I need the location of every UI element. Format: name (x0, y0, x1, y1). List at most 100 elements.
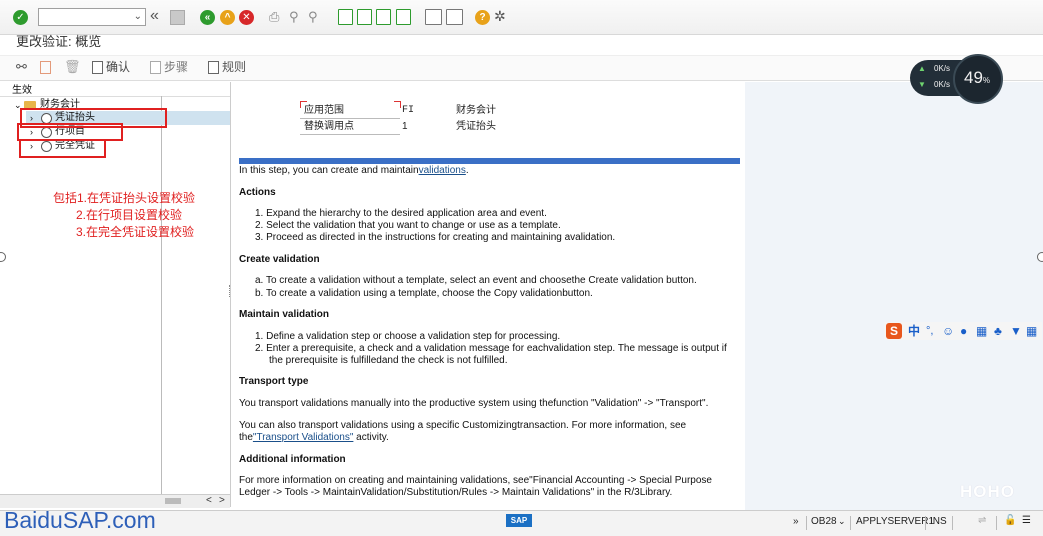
status-separator (952, 516, 953, 530)
scroll-left-icon[interactable]: < (206, 495, 212, 507)
scroll-thumb[interactable] (165, 498, 181, 504)
chevron-down-icon[interactable]: ⌄ (134, 9, 142, 25)
confirm-button[interactable]: 确认 (106, 59, 130, 75)
keyboard-icon[interactable]: ▦ (976, 323, 987, 339)
settings-icon[interactable]: ✲ (494, 8, 506, 24)
transaction-code: OB28 (811, 516, 837, 527)
input-mode[interactable]: INS (930, 516, 947, 528)
hoho-watermark: HOHO (960, 482, 1015, 501)
baidusap-watermark: BaiduSAP.com (4, 507, 156, 533)
save-icon[interactable] (170, 10, 185, 25)
connection-icon: ⇌ (978, 515, 987, 526)
command-field[interactable]: ⌄ (38, 8, 146, 26)
status-separator (996, 516, 997, 530)
transport-heading: Transport type (239, 376, 309, 387)
ime-language[interactable]: 中 (908, 323, 920, 339)
status-separator (850, 516, 851, 530)
create-step-a: a. To create a validation without a temp… (255, 275, 697, 286)
actions-step-3: 3. Proceed as directed in the instructio… (255, 232, 616, 243)
help-intro: In this step, you can create and maintai… (239, 165, 739, 177)
prev-page-icon[interactable] (357, 9, 372, 25)
ime-toolbar[interactable]: S 中 °, ☺ ● ▦ ♣ ▼ ▦ (884, 322, 1042, 340)
actions-heading: Actions (239, 187, 276, 198)
callup-desc: 凭证抬头 (456, 121, 496, 132)
field-focus-corner (300, 101, 307, 108)
transport-text-end: activity. (353, 432, 389, 443)
menu-icon[interactable]: ☰ (1022, 515, 1031, 527)
skin-icon[interactable]: ▼ (1010, 323, 1022, 339)
help-icon[interactable]: ? (475, 10, 490, 25)
gauge-percent: 49 (964, 68, 983, 87)
sap-logo: SAP (506, 514, 532, 527)
menu-grid-icon[interactable]: ▦ (1026, 323, 1037, 339)
next-page-icon[interactable] (376, 9, 391, 25)
maintain-step-2-cont: the prerequisite is fulfilledand the che… (269, 355, 508, 366)
help-blue-rule (239, 158, 740, 164)
cancel-icon[interactable]: ✕ (239, 10, 254, 25)
find-next-icon[interactable]: ⚲ (308, 9, 318, 25)
memory-gauge[interactable]: 49% (953, 54, 1003, 104)
sogou-logo-icon: S (886, 323, 902, 339)
field-focus-corner (394, 101, 401, 108)
transport-text: the (239, 432, 253, 443)
transport-para-2-cont: the"Transport Validations" activity. (239, 432, 739, 444)
additional-heading: Additional information (239, 454, 346, 465)
emoji-icon[interactable]: ☺ (942, 323, 954, 339)
annotation-note: 包括1.在凭证抬头设置校验 (53, 191, 196, 205)
upload-icon: ▲ (918, 64, 926, 73)
back-double-icon[interactable]: « (150, 8, 159, 24)
voice-icon[interactable]: ● (960, 323, 967, 339)
actions-step-1: 1. Expand the hierarchy to the desired a… (255, 208, 547, 219)
transport-validations-link[interactable]: "Transport Validations" (253, 432, 353, 443)
callup-value: 1 (402, 121, 408, 132)
help-intro-text: In this step, you can create and maintai… (239, 165, 419, 176)
confirm-page-icon (92, 61, 103, 74)
field-underline (300, 134, 400, 135)
app-area-desc: 财务会计 (456, 105, 496, 116)
status-separator (925, 516, 926, 530)
chevron-down-icon[interactable]: ⌄ (838, 515, 846, 527)
download-icon: ▼ (918, 80, 926, 89)
punctuation-icon[interactable]: °, (926, 323, 933, 339)
copy-icon[interactable] (40, 61, 51, 74)
maintain-step-1: 1. Define a validation step or choose a … (255, 331, 561, 342)
expand-status-icon[interactable]: » (793, 516, 799, 528)
server-name: APPLYSERVER1 (856, 516, 935, 527)
system-toolbar: ✓ ⌄ « « ^ ✕ ⎙ ⚲ ⚲ ? ✲ (0, 0, 1043, 35)
step-button[interactable]: 步骤 (164, 59, 188, 75)
tree-column-divider (161, 96, 162, 494)
first-page-icon[interactable] (338, 9, 353, 25)
help-side-background (745, 82, 1043, 510)
gauge-unit: % (982, 76, 991, 85)
print-icon[interactable]: ⎙ (269, 9, 279, 25)
help-intro-end: . (465, 165, 469, 176)
exit-icon[interactable]: ^ (220, 10, 235, 25)
annotation-note: 3.在完全凭证设置校验 (76, 225, 195, 239)
transport-para-1: You transport validations manually into … (239, 398, 709, 409)
transport-para-2: You can also transport validations using… (239, 420, 687, 431)
field-underline (300, 118, 400, 119)
rule-button[interactable]: 规则 (222, 59, 246, 75)
tree-header: 生效 (12, 85, 32, 96)
find-icon[interactable]: ⚲ (289, 9, 299, 25)
resize-handle[interactable] (1037, 252, 1043, 262)
new-session-icon[interactable] (425, 9, 442, 25)
back-icon[interactable]: « (200, 10, 215, 25)
check-icon[interactable]: ✓ (13, 10, 28, 25)
annotation-box (19, 139, 106, 158)
annotation-note: 2.在行项目设置校验 (76, 208, 183, 222)
create-step-b: b. To create a validation using a templa… (255, 288, 593, 299)
application-toolbar: ⚯ 🗑 确认 步骤 规则 (0, 55, 1043, 81)
last-page-icon[interactable] (396, 9, 411, 25)
shortcut-icon[interactable] (446, 9, 463, 25)
scroll-right-icon[interactable]: > (219, 495, 225, 507)
rule-page-icon (208, 61, 219, 74)
app-area-value: FI (402, 105, 415, 116)
glasses-icon[interactable]: ⚯ (16, 59, 27, 75)
actions-step-2: 2. Select the validation that you want t… (255, 220, 561, 231)
validations-link[interactable]: validations (419, 165, 466, 176)
page-title: 更改验证: 概览 (16, 34, 102, 49)
delete-icon[interactable]: 🗑 (64, 59, 81, 75)
tools-icon[interactable]: ♣ (994, 323, 1002, 339)
tree-header-row (0, 82, 230, 97)
